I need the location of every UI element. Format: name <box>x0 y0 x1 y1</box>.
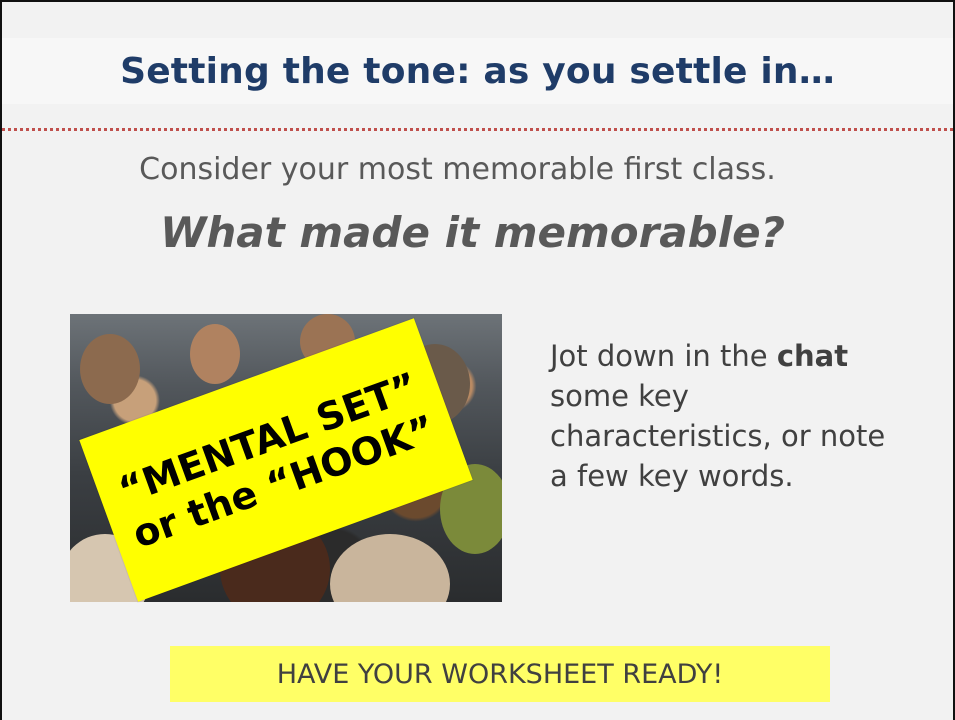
title-bar: Setting the tone: as you settle in… <box>2 38 953 104</box>
slide-title: Setting the tone: as you settle in… <box>120 50 835 92</box>
photo-figure <box>80 334 140 404</box>
instruction-after: some key characteristics, or note a few … <box>550 379 886 493</box>
photo-figure <box>190 324 240 384</box>
instruction-bold: chat <box>776 339 849 373</box>
question-text: What made it memorable? <box>160 208 785 257</box>
instruction-text: Jot down in the chat some key characteri… <box>550 336 890 496</box>
worksheet-banner: HAVE YOUR WORKSHEET READY! <box>170 646 830 702</box>
prompt-line: Consider your most memorable first class… <box>0 152 955 187</box>
question-line: What made it memorable? <box>0 208 955 257</box>
photo-figure <box>330 534 450 602</box>
prompt-text: Consider your most memorable first class… <box>139 152 776 187</box>
dotted-divider <box>2 128 953 131</box>
instruction-before: Jot down in the <box>550 339 777 373</box>
worksheet-banner-text: HAVE YOUR WORKSHEET READY! <box>276 658 724 690</box>
